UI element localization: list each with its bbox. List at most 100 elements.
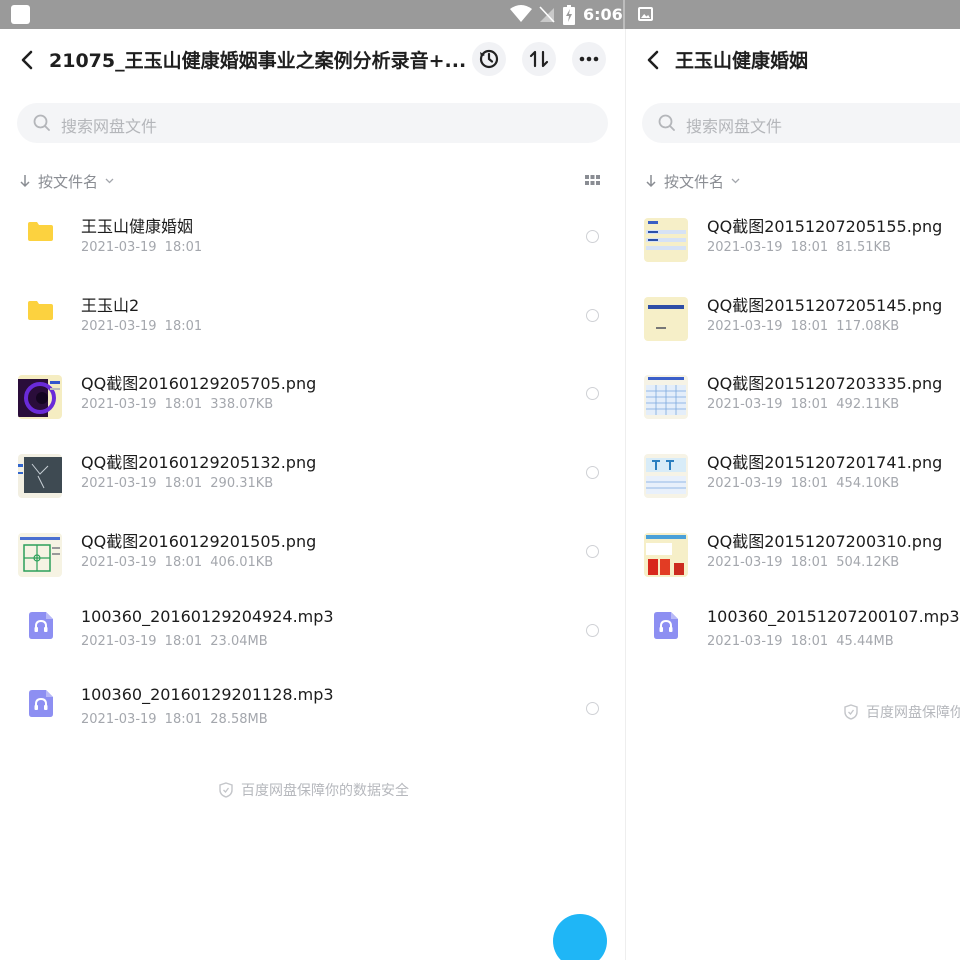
clock: 6:06	[583, 5, 623, 24]
back-arrow-icon[interactable]	[20, 49, 34, 71]
file-name: QQ截图20151207205155.png	[707, 217, 943, 236]
file-name: QQ截图20160129205132.png	[81, 453, 317, 472]
select-radio[interactable]	[586, 466, 599, 479]
list-item[interactable]: 100360_20160129201128.mp3 2021-03-19 18:…	[0, 682, 623, 760]
page-title: 21075_王玉山健康婚姻事业之案例分析录音+...	[49, 50, 467, 72]
file-name: QQ截图20151207205145.png	[707, 296, 943, 315]
select-radio[interactable]	[586, 624, 599, 637]
file-name: 100360_20151207200107.mp3	[707, 607, 960, 626]
search-placeholder: 搜索网盘文件	[61, 117, 158, 136]
file-meta: 2021-03-19 18:01 454.10KB	[707, 476, 900, 491]
image-thumbnail	[644, 533, 688, 577]
chevron-down-icon	[731, 178, 740, 184]
list-item[interactable]: QQ截图20160129205132.png 2021-03-19 18:01 …	[0, 446, 623, 524]
file-name: QQ截图20160129201505.png	[81, 532, 317, 551]
image-thumbnail	[18, 454, 62, 498]
security-notice-text: 百度网盘保障你	[866, 705, 960, 721]
list-item[interactable]: QQ截图20151207200310.png 2021-03-19 18:01 …	[626, 525, 960, 603]
file-meta: 2021-03-19 18:01 492.11KB	[707, 397, 900, 412]
file-meta: 2021-03-19 18:01 81.51KB	[707, 240, 891, 255]
wifi-icon	[510, 5, 532, 22]
audio-file-icon	[29, 612, 53, 639]
search-input[interactable]: 搜索网盘文件	[17, 103, 608, 143]
list-item[interactable]: QQ截图20151207205155.png 2021-03-19 18:01 …	[626, 210, 960, 288]
list-item[interactable]: 王玉山2 2021-03-19 18:01	[0, 289, 623, 367]
upload-fab-button[interactable]	[553, 914, 607, 960]
no-signal-icon	[539, 6, 555, 23]
sort-button[interactable]	[522, 42, 556, 76]
page-title: 王玉山健康婚姻	[675, 50, 809, 72]
back-arrow-icon[interactable]	[646, 49, 660, 71]
select-radio[interactable]	[586, 702, 599, 715]
folder-icon	[28, 222, 53, 241]
search-icon	[658, 114, 675, 131]
history-icon	[479, 49, 499, 69]
more-dots-icon	[579, 56, 599, 62]
history-button[interactable]	[472, 42, 506, 76]
file-meta: 2021-03-19 18:01 117.08KB	[707, 319, 900, 334]
security-notice: 百度网盘保障你的数据安全	[219, 780, 409, 800]
file-name: QQ截图20151207203335.png	[707, 374, 943, 393]
shield-icon	[219, 782, 233, 798]
select-radio[interactable]	[586, 230, 599, 243]
image-thumbnail	[644, 218, 688, 262]
security-notice: 百度网盘保障你	[844, 702, 960, 722]
select-radio[interactable]	[586, 387, 599, 400]
file-name: QQ截图20151207201741.png	[707, 453, 943, 472]
arrow-down-icon	[20, 175, 30, 188]
file-meta: 2021-03-19 18:01 23.04MB	[81, 634, 268, 649]
header: 21075_王玉山健康婚姻事业之案例分析录音+...	[0, 29, 623, 91]
list-item[interactable]: 王玉山健康婚姻 2021-03-19 18:01	[0, 210, 623, 288]
folder-icon	[28, 301, 53, 320]
search-input[interactable]: 搜索网盘文件	[642, 103, 960, 143]
file-meta: 2021-03-19 18:01 504.12KB	[707, 555, 900, 570]
chevron-down-icon	[105, 178, 114, 184]
image-thumbnail	[644, 297, 688, 341]
grid-view-icon[interactable]	[585, 175, 600, 186]
sort-arrows-icon	[529, 50, 549, 68]
file-meta: 2021-03-19 18:01	[81, 240, 203, 255]
audio-file-icon	[654, 612, 678, 639]
list-item[interactable]: QQ截图20160129201505.png 2021-03-19 18:01 …	[0, 525, 623, 603]
sort-selector[interactable]: 按文件名	[646, 169, 740, 193]
list-item[interactable]: QQ截图20151207203335.png 2021-03-19 18:01 …	[626, 367, 960, 445]
header: 王玉山健康婚姻	[626, 29, 960, 91]
sort-selector[interactable]: 按文件名	[20, 169, 114, 193]
file-meta: 2021-03-19 18:01 45.44MB	[707, 634, 894, 649]
file-meta: 2021-03-19 18:01 406.01KB	[81, 555, 274, 570]
image-thumbnail	[18, 533, 62, 577]
arrow-down-icon	[646, 175, 656, 188]
more-button[interactable]	[572, 42, 606, 76]
search-placeholder: 搜索网盘文件	[686, 117, 783, 136]
sort-label: 按文件名	[664, 172, 725, 191]
list-item[interactable]: 100360_20160129204924.mp3 2021-03-19 18:…	[0, 604, 623, 682]
list-item[interactable]: QQ截图20151207205145.png 2021-03-19 18:01 …	[626, 289, 960, 367]
file-name: 王玉山健康婚姻	[81, 217, 194, 236]
select-radio[interactable]	[586, 545, 599, 558]
sort-label: 按文件名	[38, 172, 99, 191]
security-notice-text: 百度网盘保障你的数据安全	[241, 783, 409, 799]
image-thumbnail	[18, 375, 62, 419]
list-item[interactable]: QQ截图20151207201741.png 2021-03-19 18:01 …	[626, 446, 960, 524]
gallery-notification-icon	[638, 7, 653, 21]
app-notification-icon	[11, 5, 30, 24]
file-meta: 2021-03-19 18:01	[81, 319, 203, 334]
image-thumbnail	[644, 375, 688, 419]
file-meta: 2021-03-19 18:01 338.07KB	[81, 397, 274, 412]
list-item[interactable]: QQ截图20160129205705.png 2021-03-19 18:01 …	[0, 367, 623, 445]
file-meta: 2021-03-19 18:01 28.58MB	[81, 712, 268, 727]
file-name: 100360_20160129204924.mp3	[81, 607, 334, 626]
left-pane: 21075_王玉山健康婚姻事业之案例分析录音+... 搜索网盘文件 按文件名 王…	[0, 29, 623, 960]
file-name: 王玉山2	[81, 296, 140, 315]
search-icon	[33, 114, 50, 131]
image-thumbnail	[644, 454, 688, 498]
list-item[interactable]: 100360_20151207200107.mp3 2021-03-19 18:…	[626, 604, 960, 682]
status-bar: 6:06	[0, 0, 960, 29]
shield-icon	[844, 704, 858, 720]
file-name: 100360_20160129201128.mp3	[81, 685, 334, 704]
select-radio[interactable]	[586, 309, 599, 322]
split-divider[interactable]	[623, 0, 625, 29]
file-name: QQ截图20151207200310.png	[707, 532, 943, 551]
file-meta: 2021-03-19 18:01 290.31KB	[81, 476, 274, 491]
right-pane: 王玉山健康婚姻 搜索网盘文件 按文件名 QQ截图20151207205155.p…	[625, 29, 960, 960]
